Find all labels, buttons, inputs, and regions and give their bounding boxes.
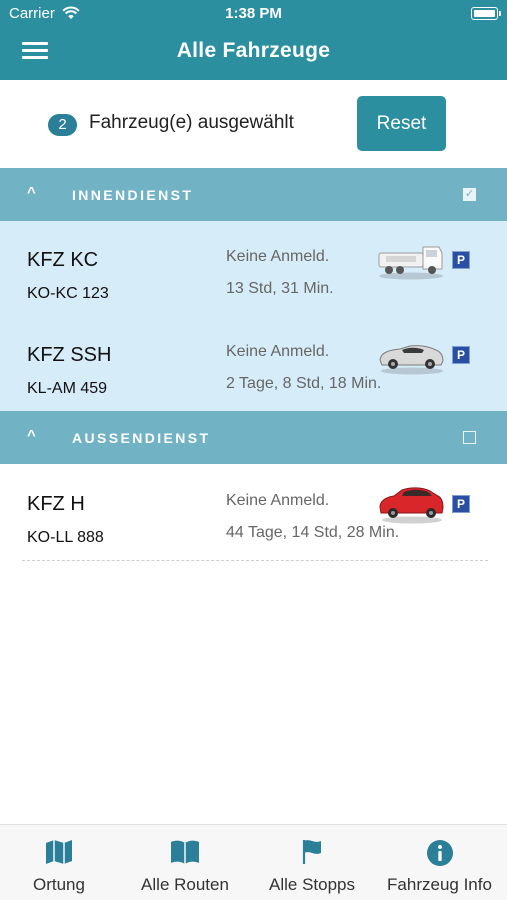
flag-icon bbox=[302, 840, 321, 864]
parking-icon: P bbox=[452, 495, 470, 513]
vehicle-row[interactable]: KFZ SSH KL-AM 459 Keine Anmeld. 2 Tage, … bbox=[0, 316, 507, 411]
group-header-innendienst[interactable]: ^ INNENDIENST ✓ bbox=[0, 168, 507, 221]
vehicle-plate: KO-LL 888 bbox=[27, 529, 104, 546]
map-icon bbox=[46, 840, 72, 864]
chevron-up-icon[interactable]: ^ bbox=[27, 427, 36, 444]
reset-button[interactable]: Reset bbox=[357, 96, 446, 151]
group-header-aussendienst[interactable]: ^ AUSSENDIENST bbox=[0, 411, 507, 464]
vehicle-status: Keine Anmeld. bbox=[226, 492, 330, 509]
vehicle-plate: KL-AM 459 bbox=[27, 380, 108, 397]
tab-bar: Ortung Alle Routen Alle Stopps Fahrzeug … bbox=[0, 824, 507, 900]
book-icon bbox=[171, 840, 199, 864]
tab-label: Alle Stopps bbox=[269, 875, 355, 894]
group-title: AUSSENDIENST bbox=[72, 430, 211, 446]
parking-icon: P bbox=[452, 251, 470, 269]
convertible-car-icon bbox=[379, 345, 444, 375]
truck-icon bbox=[378, 246, 443, 280]
vehicle-status: Keine Anmeld. bbox=[226, 248, 330, 265]
tab-alle-routen[interactable]: Alle Routen bbox=[118, 825, 252, 900]
vehicle-status: Keine Anmeld. bbox=[226, 343, 330, 360]
group-checkbox[interactable]: ✓ bbox=[463, 188, 476, 201]
battery-icon bbox=[471, 7, 501, 20]
red-car-icon bbox=[379, 487, 444, 524]
tab-label: Alle Routen bbox=[141, 875, 229, 894]
tab-fahrzeug-info[interactable]: Fahrzeug Info bbox=[372, 825, 507, 900]
tab-alle-stopps[interactable]: Alle Stopps bbox=[252, 825, 372, 900]
row-divider bbox=[22, 560, 488, 561]
chevron-up-icon[interactable]: ^ bbox=[27, 184, 36, 201]
status-bar: Carrier 1:38 PM bbox=[0, 0, 507, 28]
tab-label: Fahrzeug Info bbox=[387, 875, 492, 894]
vehicle-row[interactable]: KFZ H KO-LL 888 Keine Anmeld. 44 Tage, 1… bbox=[0, 465, 507, 560]
tab-ortung[interactable]: Ortung bbox=[0, 825, 118, 900]
vehicle-name: KFZ KC bbox=[27, 249, 99, 271]
parking-icon: P bbox=[452, 346, 470, 364]
vehicle-duration: 13 Std, 31 Min. bbox=[226, 280, 334, 297]
vehicle-name: KFZ H bbox=[27, 493, 85, 515]
app-header: Carrier 1:38 PM Alle Fahrzeuge bbox=[0, 0, 507, 80]
page-title: Alle Fahrzeuge bbox=[176, 39, 331, 62]
group-title: INNENDIENST bbox=[72, 187, 194, 203]
vehicle-row[interactable]: KFZ KC KO-KC 123 Keine Anmeld. 13 Std, 3… bbox=[0, 221, 507, 316]
group-checkbox[interactable] bbox=[463, 431, 476, 444]
status-time: 1:38 PM bbox=[225, 5, 282, 22]
tab-label: Ortung bbox=[33, 875, 85, 894]
selected-vehicles-label: Fahrzeug(e) ausgewählt bbox=[89, 112, 294, 133]
selected-count-badge: 2 bbox=[48, 114, 77, 136]
vehicle-duration: 2 Tage, 8 Std, 18 Min. bbox=[226, 375, 382, 392]
vehicle-duration: 44 Tage, 14 Std, 28 Min. bbox=[226, 524, 400, 541]
info-icon bbox=[426, 840, 453, 866]
vehicle-plate: KO-KC 123 bbox=[27, 285, 109, 302]
vehicle-name: KFZ SSH bbox=[27, 344, 112, 366]
